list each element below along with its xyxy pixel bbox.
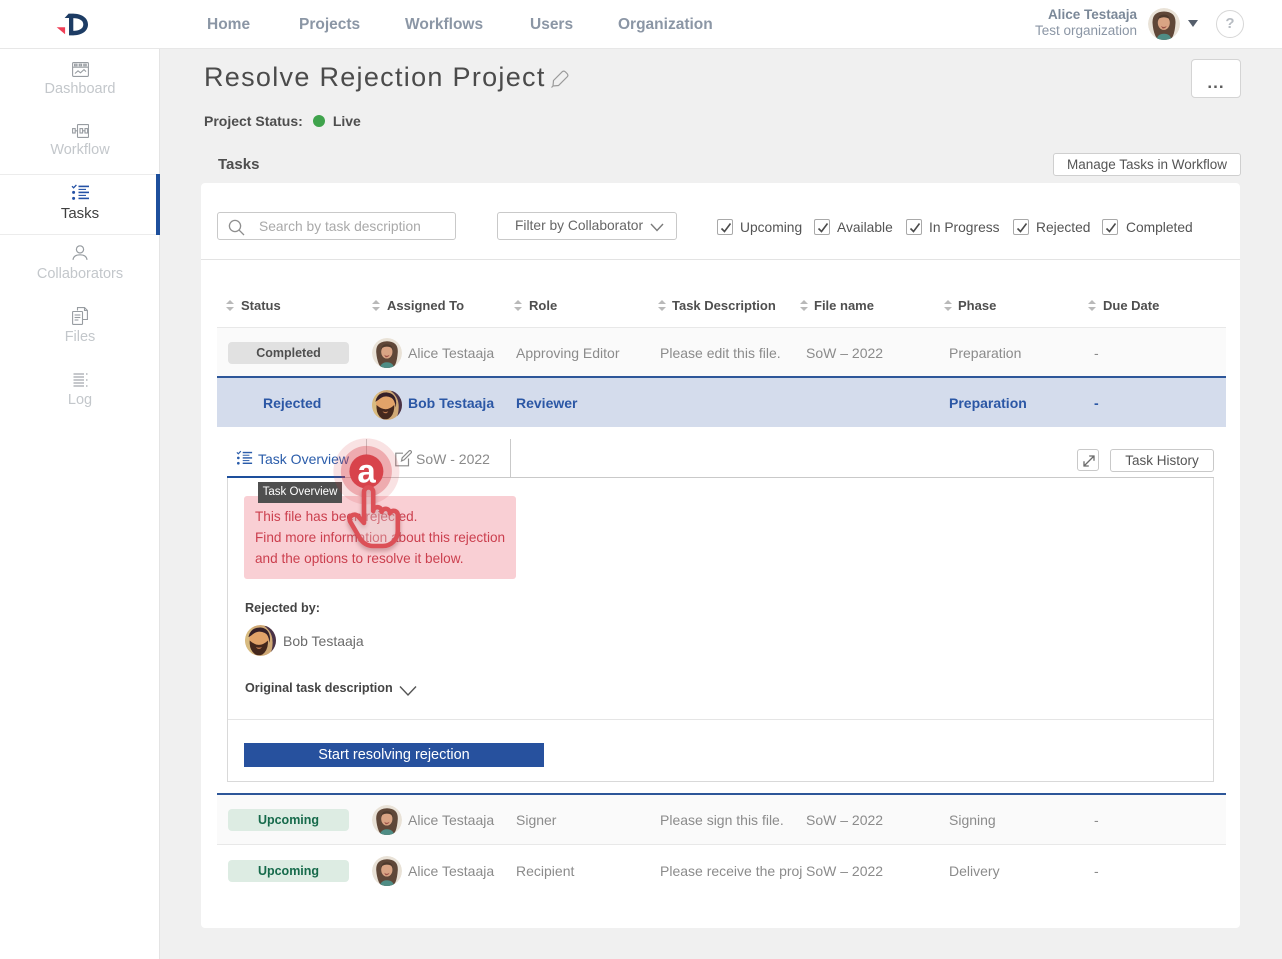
svg-text:a: a bbox=[357, 453, 376, 490]
